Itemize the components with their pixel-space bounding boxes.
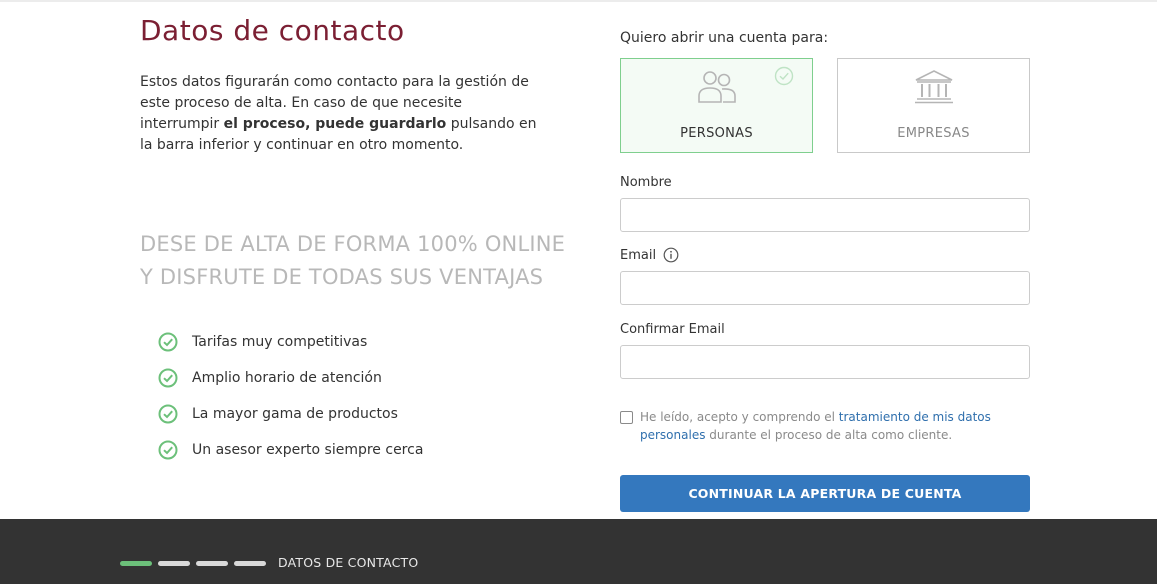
progress-step-1 [120,561,152,566]
benefit-item: Amplio horario de atención [158,360,423,396]
intro-text-bold: el proceso, puede guardarlo [223,116,447,132]
progress-step-2 [158,561,190,566]
account-type-label: EMPRESAS [897,126,970,141]
nombre-input[interactable] [620,198,1030,232]
account-type-personas[interactable]: PERSONAS [620,58,813,153]
email-input[interactable] [620,271,1030,305]
intro-text: Estos datos figurarán como contacto para… [140,72,540,156]
consent-row: He leído, acepto y comprendo el tratamie… [620,408,1040,444]
check-circle-icon [158,440,178,460]
email-label-row: Email [620,247,679,263]
benefits-list: Tarifas muy competitivas Amplio horario … [158,324,423,468]
bank-icon [914,70,953,104]
continue-button[interactable]: CONTINUAR LA APERTURA DE CUENTA [620,475,1030,512]
page-title: Datos de contacto [140,14,405,47]
progress-step-4 [234,561,266,566]
confirm-email-input[interactable] [620,345,1030,379]
footer-bar: DATOS DE CONTACTO [0,519,1157,584]
promo-line-2: Y DISFRUTE DE TODAS SUS VENTAJAS [140,265,544,289]
benefit-item: Tarifas muy competitivas [158,324,423,360]
info-icon[interactable] [663,247,679,263]
account-type-empresas[interactable]: EMPRESAS [837,58,1030,153]
progress-steps [120,561,266,566]
top-divider [0,0,1157,2]
benefit-label: Un asesor experto siempre cerca [192,442,424,458]
promo-heading: DESE DE ALTA DE FORMA 100% ONLINE Y DISF… [140,228,570,294]
progress-step-3 [196,561,228,566]
account-type-prompt: Quiero abrir una cuenta para: [620,30,829,46]
check-circle-icon [158,404,178,424]
consent-text-part: durante el proceso de alta como cliente. [705,428,953,442]
promo-line-1: DESE DE ALTA DE FORMA 100% ONLINE [140,232,566,256]
benefit-label: Amplio horario de atención [192,370,382,386]
email-label: Email [620,247,657,263]
benefit-label: Tarifas muy competitivas [192,334,368,350]
confirm-email-label: Confirmar Email [620,322,725,337]
consent-text-part: He leído, acepto y comprendo el [640,410,839,424]
selected-check-icon [774,66,794,86]
account-type-label: PERSONAS [680,126,753,141]
nombre-label: Nombre [620,175,672,190]
benefit-item: La mayor gama de productos [158,396,423,432]
current-step-label: DATOS DE CONTACTO [278,555,419,570]
benefit-label: La mayor gama de productos [192,406,398,422]
consent-text: He leído, acepto y comprendo el tratamie… [640,408,1040,444]
check-circle-icon [158,368,178,388]
people-icon [697,71,736,103]
consent-checkbox[interactable] [620,411,633,424]
benefit-item: Un asesor experto siempre cerca [158,432,423,468]
check-circle-icon [158,332,178,352]
